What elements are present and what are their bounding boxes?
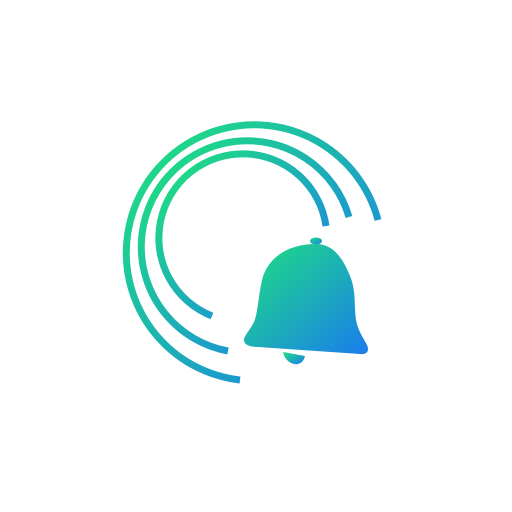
bell-top-knob — [310, 237, 322, 245]
bell-clapper — [283, 352, 305, 365]
bell-body — [244, 244, 368, 355]
notification-app-logo — [122, 121, 382, 384]
logo-canvas — [0, 0, 512, 512]
bell-icon — [244, 237, 368, 365]
